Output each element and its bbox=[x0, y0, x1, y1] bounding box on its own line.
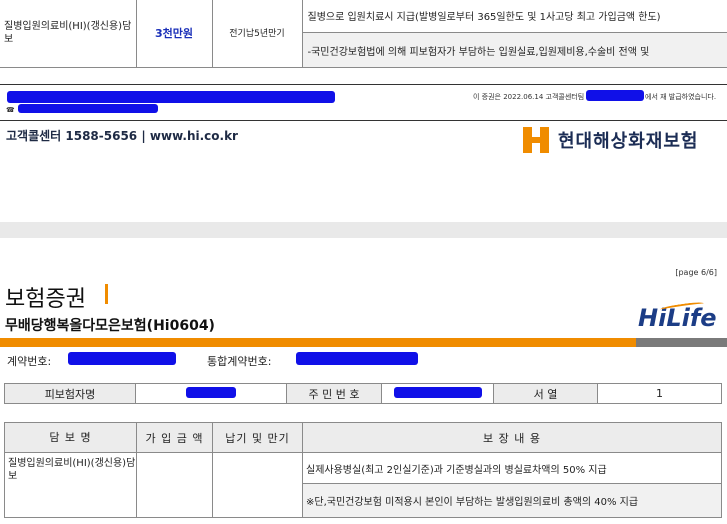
redacted-name bbox=[186, 386, 236, 398]
col-coverage-name: 담 보 명 bbox=[4, 422, 137, 453]
issue-note-suffix: 에서 재 발급하였습니다. bbox=[645, 93, 717, 101]
page-5-fragment: 질병입원의료비(HI)(갱신용)담보 3천만원 전기납5년만기 질병으로 입원치… bbox=[0, 0, 727, 222]
redacted-phone bbox=[18, 104, 158, 113]
page-6: [page 6/6] 보험증권 무배당행복올다모은보험(Hi0604) HiLi… bbox=[0, 238, 727, 524]
coverage-term bbox=[212, 452, 303, 518]
page-number: [page 6/6] bbox=[675, 268, 717, 277]
redacted-staff bbox=[586, 90, 644, 101]
rrn-label: 주 민 번 호 bbox=[286, 383, 382, 404]
phone-icon: ☎ bbox=[6, 106, 15, 114]
company-name: 현대해상화재보험 bbox=[558, 131, 699, 152]
table-row: 질병입원의료비(HI)(갱신용)담보 실제사용병실(최고 2인실기준)과 기준병… bbox=[4, 452, 722, 518]
hilife-logo: HiLife bbox=[638, 300, 717, 332]
redacted-integrated-no bbox=[296, 352, 418, 365]
order-value: 1 bbox=[597, 383, 722, 404]
title-accent-bar bbox=[105, 284, 108, 304]
coverage-desc-line: 실제사용병실(최고 2인실기준)과 기준병실과의 병실료차액의 50% 지급 bbox=[302, 452, 722, 484]
product-name: 무배당행복올다모은보험(Hi0604) bbox=[5, 318, 215, 334]
table-header-row: 담 보 명 가 입 금 액 납기 및 만기 보 장 내 용 bbox=[4, 422, 722, 453]
rrn-value bbox=[381, 383, 494, 404]
page-title: 보험증권 bbox=[5, 287, 86, 312]
redacted-rrn bbox=[393, 386, 482, 398]
hyundai-h-icon bbox=[523, 127, 549, 153]
redacted-contract-no bbox=[68, 352, 176, 365]
header-bar-grey bbox=[636, 338, 727, 347]
coverage-desc-line: ※단,국민건강보험 미적용시 본인이 부담하는 발생입원의료비 총액의 40% … bbox=[302, 483, 722, 518]
call-center-info: 고객콜센터 1588-5656 | www.hi.co.kr bbox=[6, 129, 238, 143]
redacted-address bbox=[7, 91, 335, 103]
insured-name-label: 피보험자명 bbox=[4, 383, 136, 404]
coverage-name: 질병입원의료비(HI)(갱신용)담보 bbox=[4, 452, 137, 518]
coverage-amount: 3천만원 bbox=[135, 0, 213, 68]
col-term: 납기 및 만기 bbox=[212, 422, 303, 453]
divider bbox=[0, 120, 727, 121]
insured-name-value bbox=[135, 383, 287, 404]
company-logo: 현대해상화재보험 bbox=[523, 126, 698, 154]
contract-no-label: 계약번호: bbox=[7, 355, 52, 368]
contract-numbers: 계약번호: 통합계약번호: bbox=[0, 348, 727, 370]
col-coverage-detail: 보 장 내 용 bbox=[302, 422, 722, 453]
coverage-table: 담 보 명 가 입 금 액 납기 및 만기 보 장 내 용 질병입원의료비(HI… bbox=[4, 422, 722, 518]
coverage-amount bbox=[136, 452, 213, 518]
coverage-desc-line: 질병으로 입원치료시 지급(발병일로부터 365일한도 및 1사고당 최고 가입… bbox=[301, 0, 727, 33]
coverage-name: 질병입원의료비(HI)(갱신용)담보 bbox=[0, 0, 137, 68]
integrated-no-label: 통합계약번호: bbox=[207, 355, 272, 368]
col-amount: 가 입 금 액 bbox=[136, 422, 213, 453]
order-label: 서 열 bbox=[493, 383, 598, 404]
header-bar-orange bbox=[0, 338, 636, 347]
coverage-table-continued: 질병입원의료비(HI)(갱신용)담보 3천만원 전기납5년만기 질병으로 입원치… bbox=[0, 0, 727, 68]
divider bbox=[0, 84, 727, 85]
issue-note-prefix: 이 증권은 2022.06.14 고객콜센터팀 bbox=[473, 93, 585, 101]
coverage-desc-line: -국민건강보험법에 의해 피보험자가 부담하는 입원실료,입원제비용,수술비 전… bbox=[301, 32, 727, 68]
insured-table: 피보험자명 주 민 번 호 서 열 1 bbox=[4, 383, 722, 404]
coverage-term: 전기납5년만기 bbox=[211, 0, 303, 68]
table-row: 피보험자명 주 민 번 호 서 열 1 bbox=[4, 383, 722, 404]
table-row: 질병입원의료비(HI)(갱신용)담보 3천만원 전기납5년만기 질병으로 입원치… bbox=[0, 0, 727, 68]
